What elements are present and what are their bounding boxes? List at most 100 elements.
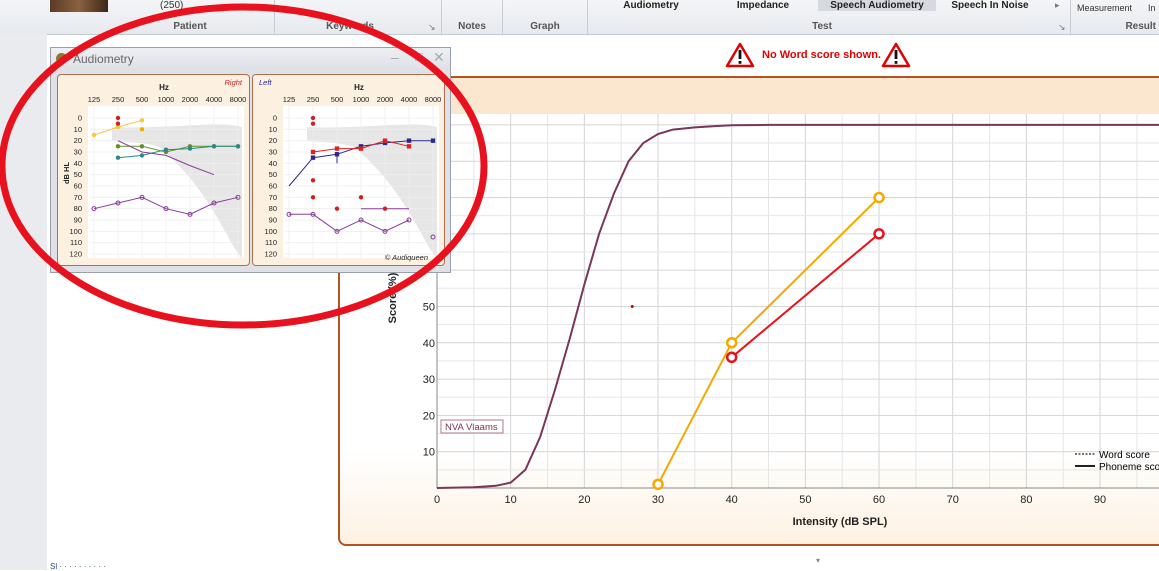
audiogram-level-label: 50 [269,170,277,179]
warning-message: No Word score shown. [762,49,881,61]
audiogram-level-label: 40 [74,159,82,168]
audiogram-level-label: 110 [265,238,277,247]
audiogram-marker [334,206,340,211]
audiogram-level-label: 90 [74,216,82,225]
series-point-1[interactable] [725,351,738,364]
maximize-icon[interactable]: □ [415,49,423,64]
audiogram-left[interactable]: Left Hz 125 250 500 1000 2000 4000 8000 0 10 20 30 40… [252,74,445,266]
audiogram-hz-label: Hz [159,83,169,92]
audiogram-marker [235,144,241,149]
series-point-0[interactable] [725,337,738,349]
app-logo-icon [56,53,67,64]
audiogram-level-label: 60 [74,182,82,191]
audiogram-marker [115,144,121,149]
x-axis-label: Intensity (dB SPL) [793,516,888,528]
tab-audiometry[interactable]: Audiometry [592,0,710,11]
x-tick-label: 0 [434,494,440,506]
test-launcher-icon[interactable]: ↘ [1058,22,1066,33]
audiometry-window[interactable]: Audiometry – □ ✕ Right Hz 125 250 500 1000 200… [50,47,451,273]
audiogram-marker [163,147,169,152]
ribbon-separator [1070,0,1071,34]
audiogram-side-label: Left [259,78,272,87]
audiogram-marker [139,118,145,123]
group-graph: Graph [530,21,560,32]
audiogram-freq-label: 2000 [377,95,394,104]
audiogram-marker [334,146,340,151]
speech-audiometry-chart[interactable]: 0 10 20 30 40 50 60 70 80 90 10 20 30 40 50 Intensity (… [340,114,1159,544]
audiogram-freq-label: 125 [283,95,296,104]
audiogram-freq-label: 4000 [401,95,418,104]
audiogram-level-label: 100 [69,227,82,236]
ribbon-separator [587,0,588,34]
audiogram-freq-label: 250 [307,95,320,104]
tab-speech-audiometry[interactable]: Speech Audiometry [818,0,936,11]
norm-curve-label: NVA Vlaams [445,422,498,433]
audiogram-level-label: 80 [269,204,277,213]
audiogram-marker [406,138,412,143]
x-tick-label: 30 [652,494,664,506]
minimize-icon[interactable]: – [391,49,399,65]
audiogram-level-label: 80 [74,204,82,213]
group-test: Test [812,21,832,32]
audiogram-freq-label: 4000 [206,95,223,104]
audiogram-level-label: 40 [269,159,277,168]
close-icon[interactable]: ✕ [433,49,445,66]
warning-icon [725,42,755,71]
audiogram-ylabel: dB HL [62,162,71,184]
audiogram-marker [310,178,316,183]
x-tick-label: 10 [505,494,517,506]
audiogram-marker [430,138,436,143]
audiogram-level-label: 70 [74,193,82,202]
series-point-0[interactable] [873,191,885,204]
audiogram-marker [358,195,364,200]
audiogram-level-label: 30 [269,148,277,157]
audiogram-level-label: 0 [273,114,277,123]
tabs-scroll-right-icon[interactable]: ▸ [1055,0,1060,11]
speech-chart-header [340,78,1159,114]
legend-phoneme-score-label: Phoneme score [1099,462,1159,473]
audiogram-marker [115,115,121,121]
audiogram-freq-label: 8000 [425,95,442,104]
y-tick-label: 40 [423,338,435,350]
audiogram-freq-label: 8000 [230,95,247,104]
x-tick-label: 60 [873,494,885,506]
audiogram-marker [115,155,121,160]
patient-count: (250) [160,0,184,11]
audiogram-marker [310,115,316,121]
y-tick-label: 30 [423,374,435,386]
stray-data-point [630,304,634,308]
audiogram-level-label: 20 [74,136,82,145]
audiogram-marker [139,153,145,158]
resize-handle-icon[interactable]: ▾ [816,556,820,565]
audiogram-freq-label: 1000 [158,95,175,104]
audiogram-level-label: 0 [78,114,82,123]
audiogram-marker [91,132,97,138]
patient-photo[interactable] [50,0,108,12]
y-tick-label: 20 [423,410,435,422]
audiometry-window-title: Audiometry [73,52,134,66]
series-point-0[interactable] [652,478,664,491]
audiogram-freq-label: 250 [112,95,125,104]
group-patient: Patient [173,21,207,32]
group-result: Result [1125,21,1156,32]
tab-speech-in-noise[interactable]: Speech In Noise [936,0,1044,11]
audiogram-marker [115,121,121,126]
legend-word-score-label: Word score [1099,450,1150,461]
keywords-launcher-icon[interactable]: ↘ [428,22,436,33]
audiogram-marker [310,155,316,160]
x-tick-label: 70 [947,494,959,506]
audiogram-freq-label: 500 [136,95,149,104]
y-tick-label: 50 [423,301,435,313]
x-tick-label: 20 [578,494,590,506]
series-point-1[interactable] [873,228,885,240]
audiogram-copyright: © Audiqueen [385,253,428,262]
result-measurement[interactable]: Measurement [1077,3,1132,13]
audiogram-freq-label: 125 [88,95,101,104]
audiogram-hz-label: Hz [354,83,364,92]
result-in[interactable]: In [1148,3,1156,13]
audiogram-right[interactable]: Right Hz 125 250 500 1000 2000 4000 8000 0 10 20 30 4… [57,74,250,266]
tab-impedance[interactable]: Impedance [710,0,816,11]
audiogram-level-label: 20 [269,136,277,145]
audiogram-level-label: 30 [74,148,82,157]
audiogram-marker [382,138,388,143]
